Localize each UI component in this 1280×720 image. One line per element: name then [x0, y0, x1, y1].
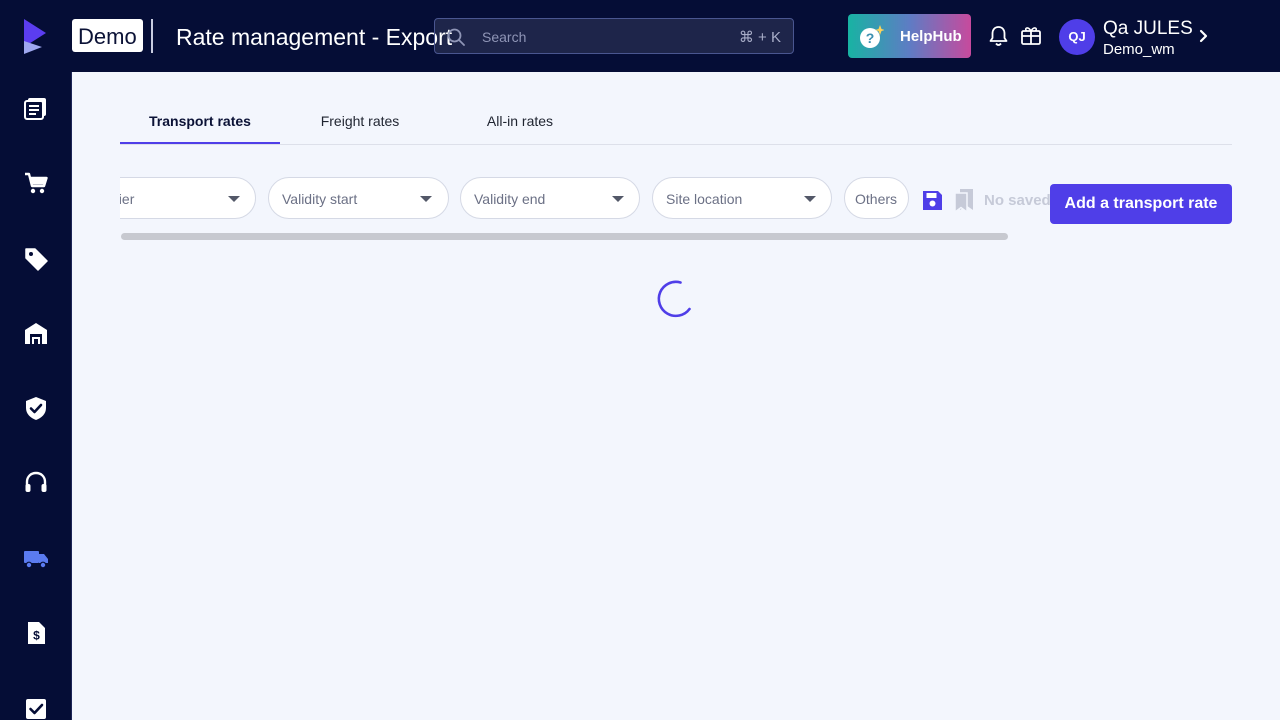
search-input[interactable]: Search ⌘ + K	[434, 18, 794, 54]
site-location-filter[interactable]: Site location	[652, 177, 832, 219]
sidebar-item-pricing[interactable]	[22, 244, 50, 272]
sidebar-nav: $	[0, 72, 72, 720]
checkbox-icon	[26, 699, 46, 719]
helphub-button[interactable]: ? HelpHub	[848, 14, 971, 58]
help-sparkle-icon: ?	[860, 25, 884, 48]
cart-icon	[25, 172, 48, 194]
horizontal-scrollbar[interactable]	[121, 233, 1008, 240]
app-logo-icon[interactable]	[20, 17, 52, 55]
top-bar: Demo Rate management - Export Search ⌘ +…	[0, 0, 1280, 72]
saved-filters-bookmark-icon	[954, 189, 973, 213]
sidebar-item-quality[interactable]	[22, 394, 50, 422]
helphub-label: HelpHub	[900, 28, 962, 45]
validity-end-filter[interactable]: Validity end	[460, 177, 640, 219]
sidebar-item-warehouse[interactable]	[22, 319, 50, 347]
sidebar-item-support[interactable]	[22, 469, 50, 497]
filters-scroll-area: Supplier Validity start Validity end Sit…	[120, 172, 920, 226]
chevron-right-icon[interactable]	[1197, 28, 1211, 44]
dropdown-arrow-icon	[228, 196, 240, 202]
headset-icon	[25, 471, 47, 492]
validity-start-label: Validity start	[282, 191, 358, 207]
validity-start-filter[interactable]: Validity start	[268, 177, 449, 219]
others-filter-label: Others	[855, 191, 898, 207]
save-filter-icon[interactable]	[920, 188, 944, 212]
sidebar-item-transport[interactable]	[22, 544, 50, 572]
search-placeholder: Search	[482, 29, 527, 45]
supplier-filter[interactable]: Supplier	[120, 177, 256, 219]
dropdown-arrow-icon	[804, 196, 816, 202]
rate-type-tabs: Transport rates Freight rates All-in rat…	[120, 104, 1232, 145]
sidebar-item-invoices[interactable]: $	[22, 619, 50, 647]
brand-badge: Demo	[72, 19, 143, 52]
others-filter[interactable]: Others	[844, 177, 909, 219]
gift-icon[interactable]	[1020, 24, 1042, 46]
svg-text:$: $	[33, 629, 40, 643]
supplier-filter-label: Supplier	[120, 191, 135, 207]
sidebar-item-catalog[interactable]	[22, 94, 50, 122]
truck-icon	[24, 551, 48, 569]
tab-transport-rates[interactable]: Transport rates	[120, 104, 280, 144]
user-organization: Demo_wm	[1103, 41, 1175, 58]
page-title: Rate management - Export	[176, 24, 453, 50]
shield-check-icon	[26, 397, 46, 420]
tab-all-in-rates[interactable]: All-in rates	[440, 104, 600, 144]
user-name[interactable]: Qa JULES	[1103, 18, 1193, 40]
dropdown-arrow-icon	[420, 196, 432, 202]
search-shortcut: ⌘ + K	[738, 29, 781, 46]
notifications-bell-icon[interactable]	[988, 25, 1009, 47]
no-saved-filters-text: No saved	[984, 192, 1050, 209]
warehouse-icon	[25, 323, 47, 344]
site-location-label: Site location	[666, 191, 743, 207]
tag-icon	[25, 248, 48, 271]
add-transport-rate-button[interactable]: Add a transport rate	[1050, 184, 1232, 224]
header-divider	[151, 19, 153, 53]
sidebar-item-tasks[interactable]	[22, 694, 50, 720]
sidebar-item-cart[interactable]	[22, 169, 50, 197]
search-icon	[447, 28, 465, 46]
catalog-icon	[24, 98, 46, 120]
svg-text:?: ?	[866, 30, 875, 46]
dropdown-arrow-icon	[612, 196, 624, 202]
invoice-icon: $	[28, 622, 45, 644]
loading-spinner-icon	[657, 280, 691, 318]
validity-end-label: Validity end	[474, 191, 546, 207]
tab-freight-rates[interactable]: Freight rates	[280, 104, 440, 144]
user-avatar[interactable]: QJ	[1059, 19, 1095, 55]
